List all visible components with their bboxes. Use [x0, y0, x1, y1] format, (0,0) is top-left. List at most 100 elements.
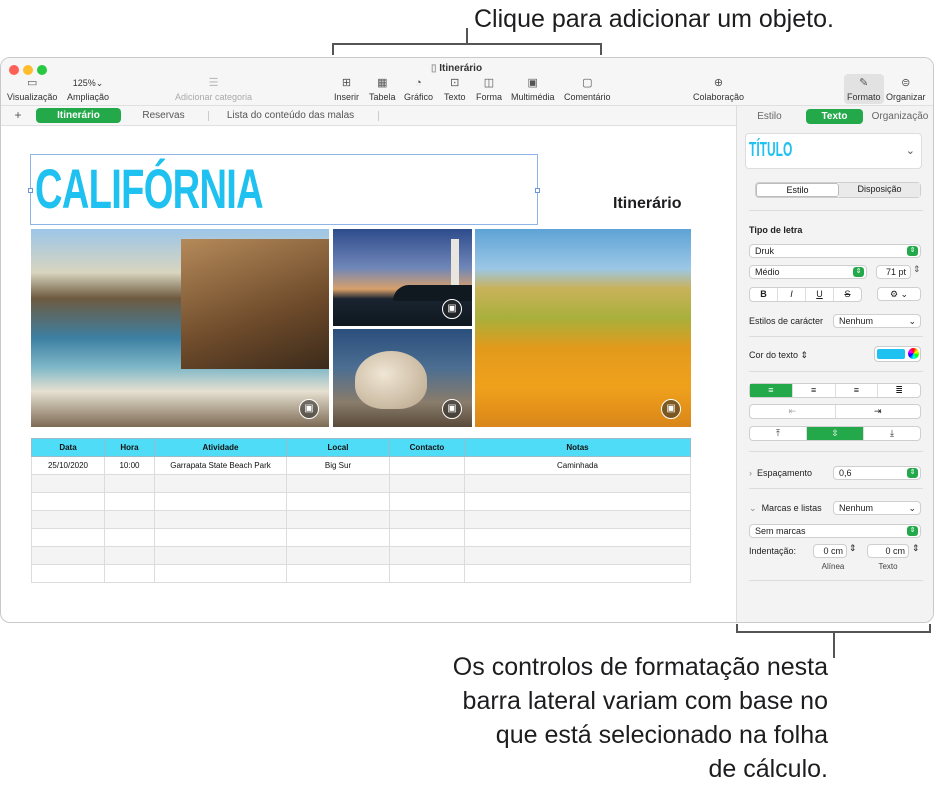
zoom-window-button[interactable]	[37, 65, 47, 75]
spacing-select[interactable]: 0,6 ⇕	[833, 466, 921, 480]
column-header[interactable]: Notas	[464, 438, 691, 457]
subtab-layout[interactable]: Disposição	[839, 183, 920, 197]
tab-itinerario[interactable]: Itinerário	[36, 108, 121, 123]
bullets-disclosure[interactable]: ⌄ Marcas e listas	[749, 503, 822, 514]
format-button[interactable]: ✎ Formato	[844, 74, 884, 104]
table-cell[interactable]	[464, 510, 691, 529]
align-bottom-icon[interactable]: ⤓	[864, 427, 920, 440]
media-placeholder-icon[interactable]: ▣	[299, 399, 319, 419]
resize-handle-right[interactable]	[535, 188, 540, 193]
poppy-field-photo[interactable]: ▣	[475, 229, 691, 427]
organize-button[interactable]: ⊜ Organizar	[886, 76, 926, 102]
close-window-button[interactable]	[9, 65, 19, 75]
table-cell[interactable]	[154, 510, 287, 529]
text-button[interactable]: ⊡ Texto	[444, 76, 466, 102]
table-cell[interactable]	[389, 474, 465, 493]
zoom-button[interactable]: 125%⌄ Ampliação	[67, 78, 109, 102]
indent-text-stepper[interactable]: ⇕	[912, 543, 920, 554]
tab-reservas[interactable]: Reservas	[126, 108, 201, 123]
table-cell[interactable]	[389, 492, 465, 511]
media-placeholder-icon[interactable]: ▣	[661, 399, 681, 419]
table-cell[interactable]	[31, 546, 105, 565]
increase-indent-icon[interactable]: ⇥	[836, 405, 921, 418]
table-cell[interactable]	[286, 510, 390, 529]
italic-button[interactable]: I	[778, 288, 806, 301]
add-category-button[interactable]: ☰ Adicionar categoria	[175, 76, 252, 102]
table-cell[interactable]	[154, 546, 287, 565]
tab-style[interactable]: Estilo	[747, 109, 792, 124]
add-sheet-button[interactable]: +	[11, 108, 25, 123]
sea-lions-photo[interactable]: ▣	[333, 329, 472, 427]
underline-button[interactable]: U	[806, 288, 834, 301]
shape-button[interactable]: ◫ Forma	[476, 76, 502, 102]
table-cell[interactable]	[104, 492, 155, 511]
table-cell[interactable]	[104, 546, 155, 565]
resize-handle-left[interactable]	[28, 188, 33, 193]
table-cell[interactable]: Big Sur	[286, 456, 390, 475]
text-color-well[interactable]	[874, 346, 921, 362]
table-cell[interactable]	[154, 564, 287, 583]
font-size-stepper[interactable]: ⇕	[913, 264, 921, 275]
table-cell[interactable]	[31, 528, 105, 547]
align-right-icon[interactable]: ≡	[836, 384, 879, 397]
table-cell[interactable]	[286, 546, 390, 565]
media-placeholder-icon[interactable]: ▣	[442, 399, 462, 419]
indent-text-field[interactable]: 0 cm	[867, 544, 909, 558]
table-cell[interactable]: Garrapata State Beach Park	[154, 456, 287, 475]
text-options-button[interactable]: ⚙ ⌄	[877, 287, 921, 301]
bullets-select[interactable]: Nenhum ⌄	[833, 501, 921, 515]
align-middle-icon[interactable]: ⇳	[807, 427, 864, 440]
minimize-window-button[interactable]	[23, 65, 33, 75]
table-cell[interactable]	[389, 546, 465, 565]
spacing-disclosure[interactable]: › Espaçamento	[749, 468, 812, 478]
column-header[interactable]: Local	[286, 438, 390, 457]
table-cell[interactable]	[464, 546, 691, 565]
table-cell[interactable]	[104, 528, 155, 547]
table-cell[interactable]	[154, 492, 287, 511]
bold-button[interactable]: B	[750, 288, 778, 301]
char-styles-select[interactable]: Nenhum ⌄	[833, 314, 921, 328]
table-cell[interactable]	[389, 564, 465, 583]
media-button[interactable]: ▣ Multimédia	[511, 76, 555, 102]
table-cell[interactable]: 25/10/2020	[31, 456, 105, 475]
coastline-photo[interactable]: ▣	[31, 229, 329, 427]
table-cell[interactable]	[286, 492, 390, 511]
table-cell[interactable]: 10:00	[104, 456, 155, 475]
table-cell[interactable]	[31, 492, 105, 511]
view-button[interactable]: ▭ Visualização	[7, 76, 57, 102]
table-cell[interactable]	[31, 474, 105, 493]
column-header[interactable]: Contacto	[389, 438, 465, 457]
paragraph-style-picker[interactable]: TÍTULO ⌄	[745, 133, 922, 169]
collaborate-button[interactable]: ⊕ Colaboração	[693, 76, 744, 102]
table-cell[interactable]	[464, 564, 691, 583]
title-text-box[interactable]: CALIFÓRNIA	[28, 154, 540, 225]
table-cell[interactable]	[286, 474, 390, 493]
table-cell[interactable]	[286, 528, 390, 547]
align-top-icon[interactable]: ⤒	[750, 427, 807, 440]
table-cell[interactable]	[389, 456, 465, 475]
font-size-field[interactable]: 71 pt	[876, 265, 911, 279]
decrease-indent-icon[interactable]: ⇤	[750, 405, 836, 418]
table-cell[interactable]	[464, 492, 691, 511]
column-header[interactable]: Data	[31, 438, 105, 457]
table-cell[interactable]	[31, 564, 105, 583]
indent-first-field[interactable]: 0 cm	[813, 544, 847, 558]
align-left-icon[interactable]: ≡	[750, 384, 793, 397]
table-cell[interactable]	[154, 528, 287, 547]
justify-icon[interactable]: ≣	[878, 384, 920, 397]
table-cell[interactable]	[104, 564, 155, 583]
table-button[interactable]: ▦ Tabela	[369, 76, 396, 102]
indent-first-stepper[interactable]: ⇕	[849, 543, 857, 554]
comment-button[interactable]: ▢ Comentário	[564, 76, 611, 102]
table-cell[interactable]	[464, 474, 691, 493]
table-cell[interactable]	[104, 474, 155, 493]
lighthouse-photo[interactable]: ▣	[333, 229, 472, 326]
itinerary-table[interactable]: Data Hora Atividade Local Contacto Notas…	[31, 438, 691, 583]
insert-button[interactable]: ⊞ Inserir	[334, 76, 359, 102]
tab-lista-malas[interactable]: Lista do conteúdo das malas	[223, 108, 358, 123]
bullet-type-select[interactable]: Sem marcas ⇕	[749, 524, 921, 538]
color-wheel-icon[interactable]	[908, 348, 919, 359]
table-cell[interactable]	[286, 564, 390, 583]
table-cell[interactable]	[464, 528, 691, 547]
font-name-select[interactable]: Druk ⇕	[749, 244, 921, 258]
